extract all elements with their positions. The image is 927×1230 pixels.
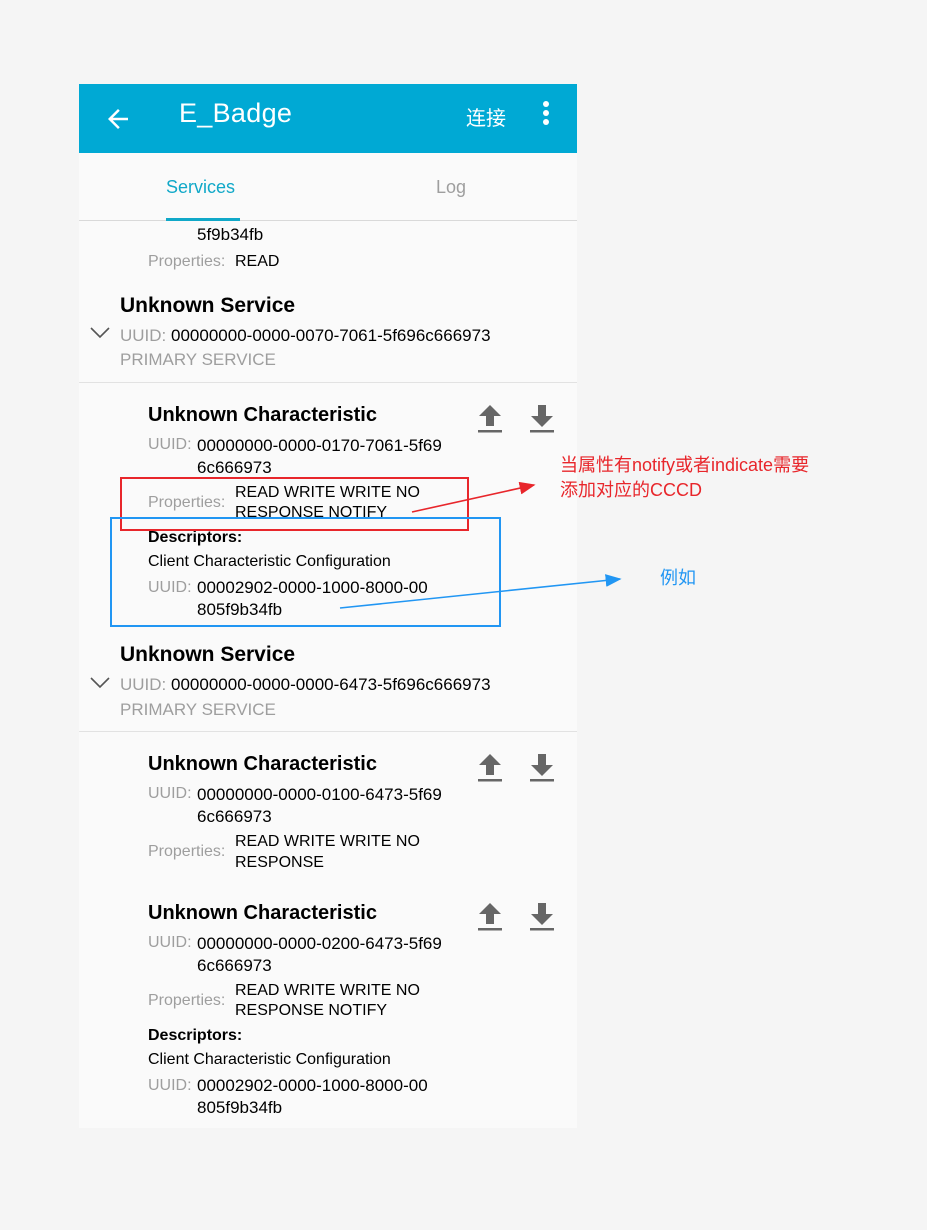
upload-icon[interactable] bbox=[475, 901, 505, 933]
tab-log[interactable]: Log bbox=[436, 177, 466, 198]
characteristic-title: Unknown Characteristic bbox=[148, 902, 377, 924]
characteristic-uuid-line2: 6c666973 bbox=[197, 807, 272, 826]
upload-icon[interactable] bbox=[475, 403, 505, 435]
service-uuid: UUID: 00000000-0000-0070-7061-5f696c6669… bbox=[120, 326, 491, 345]
properties-line1: READ WRITE WRITE NO bbox=[235, 833, 420, 850]
services-list[interactable]: 5f9b34fb Properties: READ Unknown Servic… bbox=[79, 220, 577, 1128]
divider bbox=[79, 731, 577, 732]
download-icon[interactable] bbox=[527, 752, 557, 784]
uuid-label: UUID: bbox=[148, 1077, 192, 1094]
tab-bar: Services Log bbox=[79, 153, 577, 221]
download-icon[interactable] bbox=[527, 901, 557, 933]
properties-label: Properties: bbox=[148, 843, 226, 860]
properties-label: Properties: bbox=[148, 253, 226, 270]
uuid-label: UUID: bbox=[148, 436, 192, 453]
service-title[interactable]: Unknown Service bbox=[120, 294, 295, 318]
download-icon[interactable] bbox=[527, 403, 557, 435]
uuid-label: UUID: bbox=[148, 934, 192, 951]
characteristic-title: Unknown Characteristic bbox=[148, 404, 377, 426]
blue-highlight-box bbox=[110, 517, 501, 627]
red-note-line2: 添加对应的CCCD bbox=[560, 480, 702, 500]
descriptor-uuid-line2: 805f9b34fb bbox=[197, 1098, 283, 1117]
chevron-down-icon[interactable] bbox=[90, 326, 110, 340]
upload-icon[interactable] bbox=[475, 752, 505, 784]
properties-label: Properties: bbox=[148, 992, 226, 1009]
properties-line1: READ WRITE WRITE NO bbox=[235, 982, 420, 999]
service-title[interactable]: Unknown Service bbox=[120, 643, 295, 667]
characteristic-uuid-line2: 6c666973 bbox=[197, 458, 272, 477]
blue-annotation-note: 例如 bbox=[660, 568, 696, 588]
descriptors-label: Descriptors: bbox=[148, 1027, 243, 1044]
chevron-down-icon[interactable] bbox=[90, 676, 110, 690]
properties-line2: RESPONSE NOTIFY bbox=[235, 1002, 388, 1019]
red-note-line1: 当属性有notify或者indicate需要 bbox=[560, 455, 810, 475]
app-bar: E_Badge 连接 bbox=[79, 84, 577, 153]
characteristic-uuid-line2: 6c666973 bbox=[197, 956, 272, 975]
divider bbox=[79, 382, 577, 383]
properties-value: READ bbox=[235, 253, 280, 270]
service-type: PRIMARY SERVICE bbox=[120, 350, 276, 369]
red-annotation-note: 当属性有notify或者indicate需要 添加对应的CCCD bbox=[560, 453, 809, 503]
characteristic-title: Unknown Characteristic bbox=[148, 753, 377, 775]
characteristic-uuid-line1: 00000000-0000-0170-7061-5f69 bbox=[197, 436, 442, 455]
properties-line2: RESPONSE bbox=[235, 854, 324, 871]
descriptor-name: Client Characteristic Configuration bbox=[148, 1051, 391, 1068]
page-title: E_Badge bbox=[179, 98, 293, 128]
tab-services[interactable]: Services bbox=[166, 177, 235, 198]
more-vert-icon[interactable] bbox=[539, 101, 553, 131]
characteristic-uuid-line1: 00000000-0000-0200-6473-5f69 bbox=[197, 934, 442, 953]
back-arrow-icon[interactable] bbox=[103, 104, 133, 134]
descriptor-uuid-line1: 00002902-0000-1000-8000-00 bbox=[197, 1076, 428, 1095]
service-uuid: UUID: 00000000-0000-0000-6473-5f696c6669… bbox=[120, 675, 491, 694]
connect-button[interactable]: 连接 bbox=[466, 102, 506, 131]
characteristic-uuid-line1: 00000000-0000-0100-6473-5f69 bbox=[197, 785, 442, 804]
uuid-label: UUID: bbox=[148, 785, 192, 802]
service-type: PRIMARY SERVICE bbox=[120, 700, 276, 719]
partial-uuid: 5f9b34fb bbox=[197, 225, 264, 244]
